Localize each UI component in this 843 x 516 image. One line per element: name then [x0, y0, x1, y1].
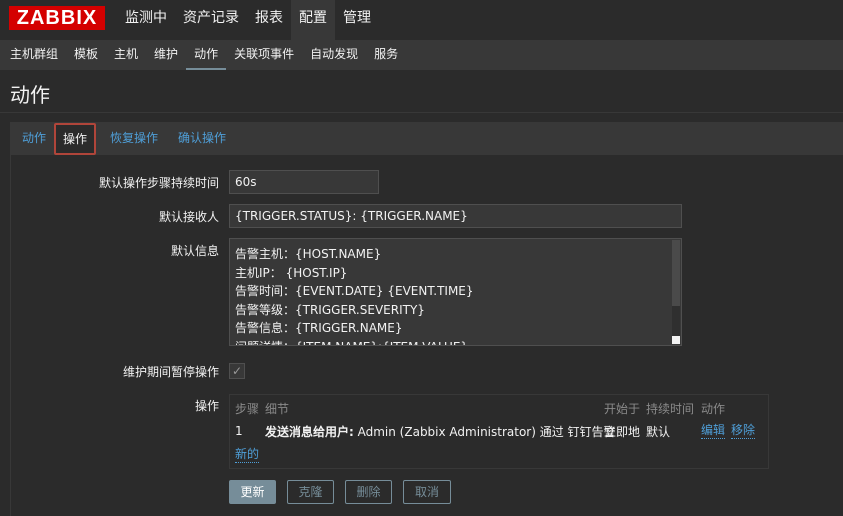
top-header: ZABBIX 监测中 资产记录 报表 配置 管理: [0, 0, 843, 40]
row-details-bold: 发送消息给用户:: [265, 425, 354, 439]
delete-button[interactable]: 删除: [345, 480, 392, 504]
message-line: 主机IP： {HOST.IP}: [235, 265, 348, 280]
message-line: 告警时间：{EVENT.DATE} {EVENT.TIME}: [235, 284, 474, 298]
step-duration-label: 默认操作步骤持续时间: [98, 176, 219, 190]
col-step: 步骤: [235, 402, 260, 416]
default-message-label: 默认信息: [170, 244, 219, 258]
scrollbar-thumb[interactable]: [672, 240, 680, 306]
col-details: 细节: [265, 402, 290, 416]
message-line: 告警等级：{TRIGGER.SEVERITY}: [235, 302, 425, 317]
submenu-maintenance[interactable]: 维护: [146, 40, 186, 70]
submenu-hosts[interactable]: 主机: [106, 40, 146, 70]
col-start-in: 开始于: [604, 402, 641, 416]
tab-action[interactable]: 动作: [15, 125, 53, 151]
col-action: 动作: [701, 402, 726, 416]
submenu-actions[interactable]: 动作: [186, 40, 227, 70]
row-details-rest: Admin (Zabbix Administrator) 通过 钉钉告警: [353, 425, 616, 439]
menu-administration[interactable]: 管理: [335, 0, 379, 40]
tab-operations[interactable]: 操作: [54, 123, 97, 155]
sub-menu-bar: 主机群组 模板 主机 维护 动作 关联项事件 自动发现 服务: [0, 40, 843, 70]
submenu-discovery[interactable]: 自动发现: [302, 40, 366, 70]
message-line: 问题详情：{ITEM.NAME}:{ITEM.VALUE}: [235, 338, 474, 346]
action-form-panel: 动作 操作 恢复操作 确认操作 默认操作步骤持续时间 60s 默认接收人 {TR…: [10, 122, 843, 516]
tab-acknowledge-operations[interactable]: 确认操作: [171, 125, 233, 151]
new-operation-link[interactable]: 新的: [235, 447, 260, 463]
col-duration: 持续时间: [646, 402, 695, 416]
row-duration: 默认: [646, 425, 671, 439]
operations-label: 操作: [194, 399, 219, 413]
operations-table: 步骤 细节 开始于 持续时间 动作 1 发送消息给用户: Admin (Zabb…: [229, 394, 769, 469]
resize-handle-icon[interactable]: [672, 336, 680, 344]
step-duration-input[interactable]: 60s: [229, 170, 379, 194]
row-step: 1: [235, 424, 243, 438]
menu-monitoring[interactable]: 监测中: [117, 0, 175, 40]
default-subject-label: 默认接收人: [158, 210, 219, 224]
edit-operation-link[interactable]: 编辑: [701, 423, 726, 439]
form-tabs: 动作 操作 恢复操作 确认操作: [11, 123, 843, 156]
message-scrollbar[interactable]: [672, 240, 680, 344]
page-header: 动作: [0, 70, 843, 113]
pause-maintenance-label: 维护期间暂停操作: [122, 365, 219, 379]
zabbix-logo[interactable]: ZABBIX: [9, 6, 105, 30]
pause-maintenance-checkbox[interactable]: ✓: [229, 363, 245, 379]
message-line: 告警主机：{HOST.NAME}: [235, 247, 382, 261]
main-menu: 监测中 资产记录 报表 配置 管理: [117, 0, 379, 40]
clone-button[interactable]: 克隆: [287, 480, 334, 504]
row-start-in: 立即地: [604, 425, 641, 439]
message-lines: 告警主机：{HOST.NAME} 主机IP： {HOST.IP} 告警时间：{E…: [235, 245, 474, 346]
submenu-templates[interactable]: 模板: [66, 40, 106, 70]
tab-recovery-operations[interactable]: 恢复操作: [103, 125, 165, 151]
default-message-textarea[interactable]: 告警主机：{HOST.NAME} 主机IP： {HOST.IP} 告警时间：{E…: [229, 238, 682, 346]
update-button[interactable]: 更新: [229, 480, 276, 504]
menu-inventory[interactable]: 资产记录: [175, 0, 247, 40]
submenu-event-correlation[interactable]: 关联项事件: [226, 40, 302, 70]
remove-operation-link[interactable]: 移除: [731, 423, 756, 439]
default-subject-input[interactable]: {TRIGGER.STATUS}: {TRIGGER.NAME}: [229, 204, 682, 228]
row-details: 发送消息给用户: Admin (Zabbix Administrator) 通过…: [265, 423, 616, 440]
submenu-services[interactable]: 服务: [366, 40, 406, 70]
submenu-host-groups[interactable]: 主机群组: [2, 40, 66, 70]
menu-reports[interactable]: 报表: [247, 0, 291, 40]
cancel-button[interactable]: 取消: [403, 480, 451, 504]
menu-configuration[interactable]: 配置: [291, 0, 335, 40]
message-line: 告警信息：{TRIGGER.NAME}: [235, 321, 403, 335]
sub-menu: 主机群组 模板 主机 维护 动作 关联项事件 自动发现 服务: [0, 40, 843, 70]
page-title: 动作: [10, 83, 50, 107]
